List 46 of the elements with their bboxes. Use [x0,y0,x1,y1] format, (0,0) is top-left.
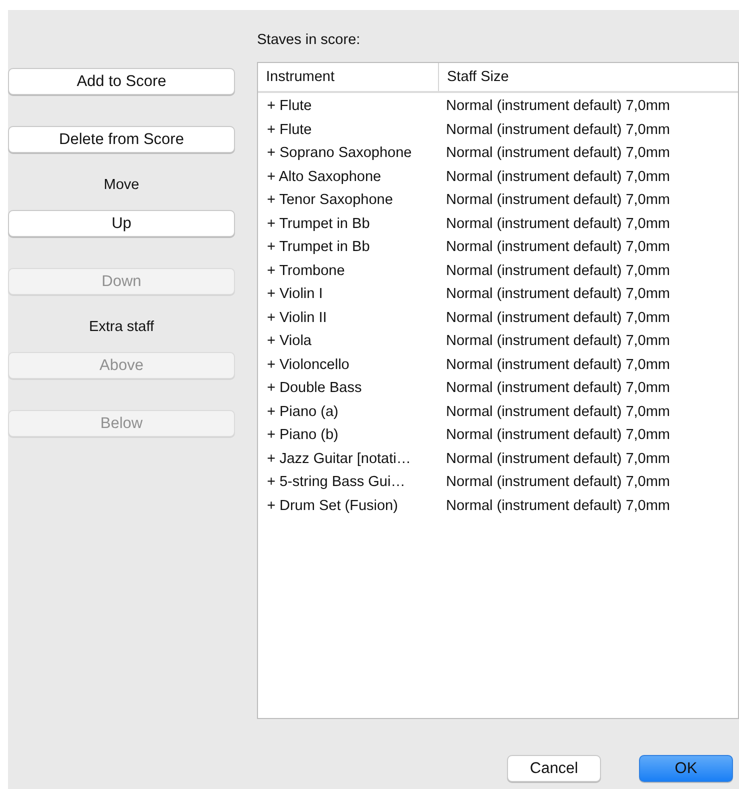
staff-size-cell[interactable]: Normal (instrument default) 7,0mm [438,330,738,354]
staff-size-cell[interactable]: Normal (instrument default) 7,0mm [438,236,738,260]
staff-size-cell[interactable]: Normal (instrument default) 7,0mm [438,118,738,142]
staff-size-cell[interactable]: Normal (instrument default) 7,0mm [438,494,738,518]
instrument-cell[interactable]: + Jazz Guitar [notati… [258,448,438,471]
instrument-cell[interactable]: + Trumpet in Bb [258,212,438,236]
staff-size-cell[interactable]: Normal (instrument default) 7,0mm [438,212,738,236]
action-button[interactable]: Add to Score [8,68,235,95]
staff-size-cell[interactable]: Normal (instrument default) 7,0mm [438,166,738,189]
instrument-cell[interactable]: + Violoncello [258,354,438,377]
instrument-cell[interactable]: + Trumpet in Bb [258,236,438,260]
staff-size-cell[interactable]: Normal (instrument default) 7,0mm [438,306,738,330]
staff-size-cell[interactable]: Normal (instrument default) 7,0mm [438,189,738,212]
staff-size-cell[interactable]: Normal (instrument default) 7,0mm [438,260,738,283]
column-header[interactable]: Instrument [258,63,438,91]
instrument-cell[interactable]: + 5-string Bass Gui… [258,471,438,494]
staff-size-cell[interactable]: Normal (instrument default) 7,0mm [438,448,738,471]
instrument-cell[interactable]: + Flute [258,95,438,118]
instrument-cell[interactable]: + Trombone [258,260,438,283]
column-header[interactable]: Staff Size [438,63,738,91]
group-label: Extra staff [88,318,155,337]
action-button[interactable]: Delete from Score [8,126,235,153]
ok-button[interactable]: OK [639,755,733,782]
instrument-cell[interactable]: + Piano (b) [258,424,438,448]
instrument-cell[interactable]: + Tenor Saxophone [258,189,438,212]
instrument-cell[interactable]: + Alto Saxophone [258,166,438,189]
group-label: Move [102,176,140,195]
instrument-cell[interactable]: + Violin I [258,283,438,306]
staff-size-cell[interactable]: Normal (instrument default) 7,0mm [438,95,738,118]
staff-size-cell[interactable]: Normal (instrument default) 7,0mm [438,142,738,166]
staff-size-cell[interactable]: Normal (instrument default) 7,0mm [438,283,738,306]
cancel-button[interactable]: Cancel [507,755,601,782]
instrument-cell[interactable]: + Piano (a) [258,400,438,424]
instrument-cell[interactable]: + Double Bass [258,377,438,400]
instrument-cell[interactable]: + Drum Set (Fusion) [258,494,438,518]
staff-size-cell[interactable]: Normal (instrument default) 7,0mm [438,471,738,494]
action-button[interactable]: Up [8,210,235,237]
instrument-cell[interactable]: + Soprano Saxophone [258,142,438,166]
section-label: Staves in score: [257,31,362,50]
staff-size-cell[interactable]: Normal (instrument default) 7,0mm [438,354,738,377]
instrument-cell[interactable]: + Viola [258,330,438,354]
staff-size-cell[interactable]: Normal (instrument default) 7,0mm [438,424,738,448]
instrument-cell[interactable]: + Flute [258,118,438,142]
staff-size-cell[interactable]: Normal (instrument default) 7,0mm [438,400,738,424]
staff-size-cell[interactable]: Normal (instrument default) 7,0mm [438,377,738,400]
instrument-cell[interactable]: + Violin II [258,306,438,330]
